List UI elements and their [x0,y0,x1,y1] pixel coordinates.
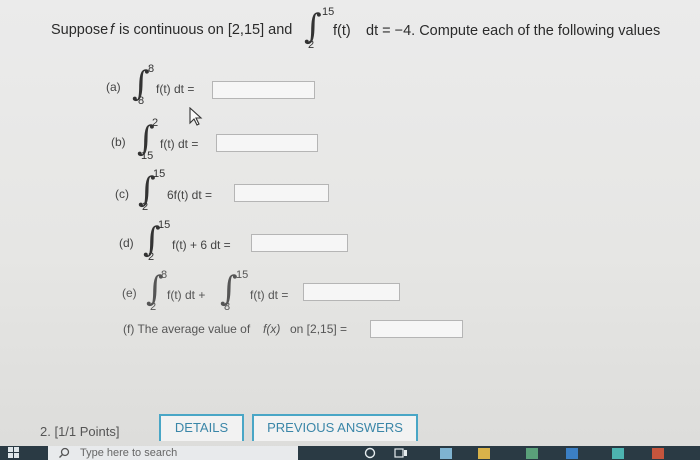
details-button[interactable]: DETAILS [159,414,244,441]
part-a-label: (a) [106,80,121,94]
taskbar-app-icon[interactable] [478,448,490,459]
part-d-label: (d) [119,236,134,250]
part-b-label: (b) [111,135,126,149]
part-e-lower-limit-1: 2 [150,301,157,313]
integral-lower-limit: 2 [308,39,315,51]
part-d-answer-input[interactable] [251,234,348,252]
part-e-upper-limit-1: 8 [161,269,168,281]
task-view-icon[interactable] [394,447,408,459]
part-a-upper-limit: 8 [148,63,155,75]
part-e-lower-limit-2: 8 [224,301,231,313]
part-f-text-before: (f) The average value of [123,322,251,336]
taskbar-app-icon[interactable] [612,448,624,459]
part-d-lower-limit: 2 [148,251,155,263]
part-e-expression-2: f(t) dt = [250,288,289,302]
previous-answers-button[interactable]: PREVIOUS ANSWERS [252,414,418,441]
part-c-expression: 6f(t) dt = [167,188,213,202]
problem-panel: Suppose f is continuous on [2,15] and ∫ … [0,0,700,415]
taskbar-app-icon[interactable] [440,448,452,459]
question-points-label: 2. [1/1 Points] [40,424,120,439]
cortana-icon[interactable] [364,447,376,459]
part-c-lower-limit: 2 [142,201,149,213]
part-f-answer-input[interactable] [370,320,463,338]
statement-function-name: f [110,22,115,38]
taskbar-app-icon[interactable] [526,448,538,459]
windows-start-icon[interactable] [8,447,20,459]
part-e-upper-limit-2: 15 [236,269,249,281]
part-d-upper-limit: 15 [158,219,171,231]
taskbar-app-icon[interactable] [652,448,664,459]
statement-result: dt = −4. Compute each of the following v… [366,23,661,39]
part-f-text-after: on [2,15] = [290,322,348,336]
taskbar-app-icon[interactable] [566,448,578,459]
part-b-upper-limit: 2 [152,117,159,129]
statement-prefix: Suppose [51,22,109,38]
integral-upper-limit: 15 [322,6,335,18]
part-b-expression: f(t) dt = [160,137,199,151]
part-a-answer-input[interactable] [212,81,315,99]
search-icon [59,447,70,458]
part-d-expression: f(t) + 6 dt = [172,238,231,252]
statement-integrand: f(t) [333,23,351,39]
part-f-function: f(x) [263,322,281,336]
part-c-label: (c) [115,187,129,201]
taskbar-search-placeholder: Type here to search [80,447,178,459]
part-c-upper-limit: 15 [153,168,166,180]
mouse-cursor-icon [189,107,203,126]
part-e-expression-1: f(t) dt + [167,288,206,302]
part-c-answer-input[interactable] [234,184,329,202]
part-a-expression: f(t) dt = [156,82,195,96]
part-a-lower-limit: 8 [138,95,145,107]
statement-condition: is continuous on [2,15] and [119,22,293,38]
part-b-answer-input[interactable] [216,134,318,152]
part-e-label: (e) [122,286,137,300]
part-e-answer-input[interactable] [303,283,400,301]
part-b-lower-limit: 15 [141,150,154,162]
